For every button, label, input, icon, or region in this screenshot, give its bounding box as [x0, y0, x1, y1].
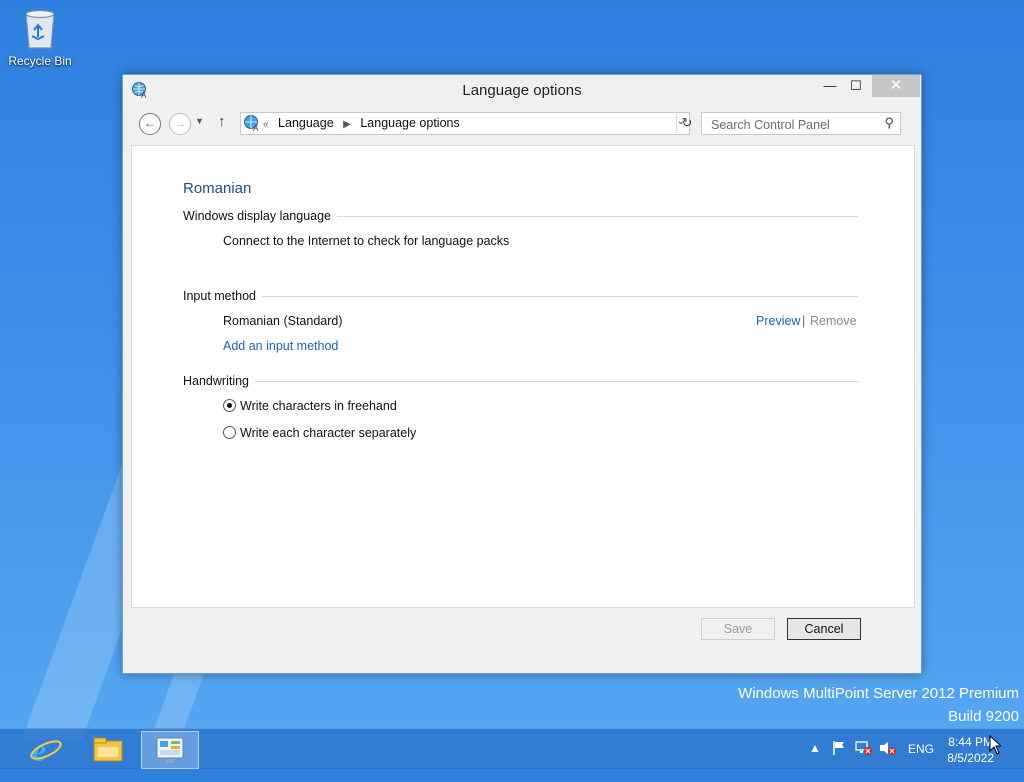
main-content: Romanian Windows display language Connec… — [131, 145, 915, 608]
remove-link[interactable]: Remove — [810, 314, 857, 328]
maximize-button[interactable]: ☐ — [841, 75, 871, 97]
add-input-method-link[interactable]: Add an input method — [223, 339, 338, 353]
mouse-cursor-icon — [989, 734, 1003, 760]
breadcrumb-language-options[interactable]: Language options — [360, 116, 459, 130]
system-clock[interactable]: 8:44 PM 8/5/2022 — [947, 734, 994, 766]
display-language-title: Windows display language — [183, 209, 338, 223]
title-bar[interactable]: A Language options — ☐ ✕ — [123, 75, 921, 105]
input-language-indicator[interactable]: ENG — [908, 742, 934, 782]
cancel-button[interactable]: Cancel — [787, 618, 861, 640]
language-pack-message: Connect to the Internet to check for lan… — [223, 234, 510, 248]
handwriting-title: Handwriting — [183, 374, 256, 388]
recycle-bin-icon — [22, 6, 58, 50]
input-method-section: Input method — [183, 289, 858, 305]
back-button[interactable]: ← — [139, 113, 161, 135]
build-watermark: Build 9200 — [948, 708, 1019, 725]
taskbar: e ▲ ENG 8:44 PM 8/5/2022 — [0, 728, 1024, 769]
refresh-button[interactable]: ↻ — [676, 112, 697, 133]
language-breadcrumb-icon: A — [243, 114, 261, 137]
display-language-section: Windows display language — [183, 209, 858, 225]
up-button[interactable]: ↑ — [218, 113, 226, 130]
breadcrumb-separator-icon[interactable]: ▶ — [343, 119, 351, 130]
search-icon[interactable]: ⚲ — [884, 115, 894, 131]
recycle-bin-shortcut[interactable]: Recycle Bin — [6, 6, 74, 68]
forward-button[interactable]: → — [169, 113, 191, 135]
radio-unselected-icon[interactable] — [223, 426, 236, 439]
control-panel-icon[interactable] — [141, 731, 199, 769]
save-button[interactable]: Save — [701, 618, 775, 640]
recent-locations-dropdown[interactable]: ▼ — [195, 116, 204, 126]
preview-link[interactable]: Preview — [756, 314, 800, 328]
address-bar[interactable]: A « Language ▶ Language options ⌄ — [240, 112, 690, 135]
separate-characters-label: Write each character separately — [240, 426, 417, 440]
clock-time: 8:44 PM — [948, 735, 993, 749]
breadcrumb: « Language ▶ Language options — [263, 116, 466, 130]
network-disconnected-icon[interactable] — [855, 740, 873, 780]
recycle-bin-label: Recycle Bin — [8, 54, 72, 68]
clock-date: 8/5/2022 — [947, 751, 994, 765]
language-options-window: A Language options — ☐ ✕ ← → ▼ ↑ A « Lan… — [122, 74, 922, 674]
language-heading: Romanian — [183, 180, 252, 197]
search-input[interactable] — [709, 115, 873, 134]
volume-muted-icon[interactable] — [879, 740, 897, 780]
breadcrumb-overflow[interactable]: « — [263, 119, 269, 130]
search-box[interactable]: ⚲ — [701, 112, 901, 135]
edition-watermark: Windows MultiPoint Server 2012 Premium — [738, 685, 1019, 702]
separate-characters-radio[interactable]: Write each character separately — [223, 426, 416, 440]
navigation-bar: ← → ▼ ↑ A « Language ▶ Language options … — [131, 109, 913, 139]
breadcrumb-language[interactable]: Language — [278, 116, 334, 130]
section-divider — [183, 296, 858, 297]
file-explorer-icon[interactable] — [80, 731, 136, 767]
input-method-name: Romanian (Standard) — [223, 314, 343, 328]
show-hidden-icons-button[interactable]: ▲ — [809, 741, 821, 781]
handwriting-section: Handwriting — [183, 374, 858, 390]
close-button[interactable]: ✕ — [872, 75, 920, 97]
radio-selected-icon[interactable] — [223, 399, 236, 412]
freehand-label: Write characters in freehand — [240, 399, 397, 413]
freehand-radio[interactable]: Write characters in freehand — [223, 399, 397, 413]
window-title: Language options — [462, 82, 582, 99]
link-divider: | — [802, 314, 806, 328]
internet-explorer-icon[interactable]: e — [18, 731, 74, 768]
input-method-title: Input method — [183, 289, 262, 303]
action-center-flag-icon[interactable] — [831, 740, 847, 780]
svg-text:A: A — [253, 124, 259, 132]
section-divider — [183, 381, 858, 382]
